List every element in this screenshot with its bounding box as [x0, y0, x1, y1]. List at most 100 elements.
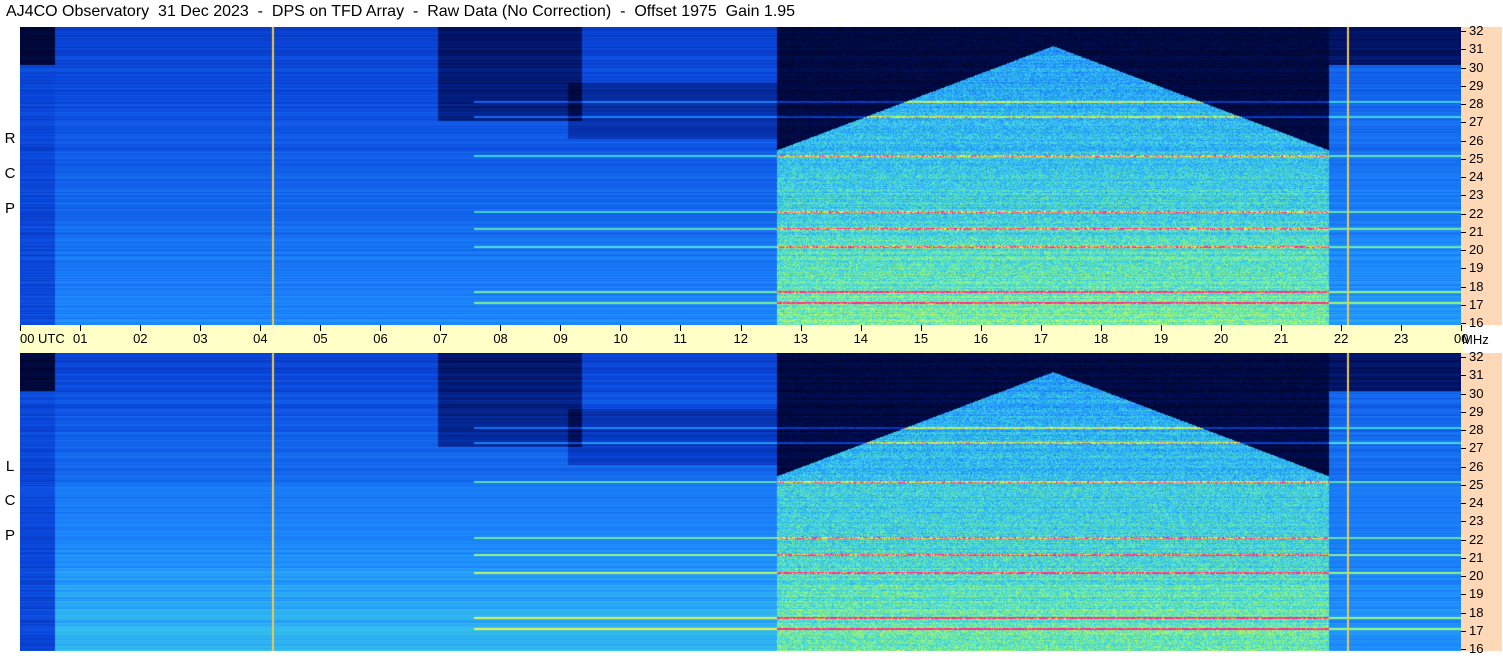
freq-tick-mark	[1461, 231, 1466, 233]
time-tick-label: 17	[1033, 331, 1049, 346]
freq-tick-label: 27	[1469, 440, 1484, 456]
time-tick-label: 15	[913, 331, 929, 346]
freq-tick-mark	[1461, 521, 1466, 523]
freq-tick-mark	[1461, 503, 1466, 504]
rcp-label-p: P	[4, 200, 15, 217]
freq-tick-label: 17	[1469, 296, 1484, 312]
freq-tick-mark	[1461, 649, 1466, 650]
freq-tick-mark	[1461, 448, 1466, 450]
freq-tick-mark	[1461, 430, 1466, 431]
freq-tick-mark	[1461, 323, 1466, 324]
freq-tick-label: 21	[1469, 549, 1484, 565]
freq-tick-label: 29	[1469, 77, 1484, 93]
lcp-label-l: L	[5, 458, 15, 475]
freq-tick-label: 28	[1469, 96, 1484, 111]
time-tick-label: 08	[493, 331, 508, 346]
freq-tick-label: 29	[1469, 403, 1484, 419]
freq-tick-label: 22	[1469, 531, 1484, 547]
time-tick-label: 23	[1393, 331, 1409, 346]
freq-tick-label: 32	[1469, 349, 1484, 364]
freq-tick-label: 18	[1469, 278, 1484, 294]
freq-tick-mark	[1461, 195, 1466, 197]
freq-tick-label: 20	[1469, 242, 1484, 257]
freq-tick-mark	[1461, 539, 1466, 541]
freq-tick-mark	[1461, 213, 1466, 215]
freq-tick-label: 32	[1469, 23, 1484, 38]
freq-tick-mark	[1461, 630, 1466, 632]
freq-tick-mark	[1461, 466, 1466, 468]
freq-tick-label: 22	[1469, 205, 1484, 221]
freq-tick-label: 26	[1469, 132, 1484, 148]
time-tick-label: 00	[20, 331, 35, 346]
freq-tick-label: 25	[1469, 150, 1484, 166]
freq-tick-label: 27	[1469, 114, 1484, 130]
time-tick-label: 16	[973, 331, 989, 346]
time-tick-label: 22	[1333, 331, 1349, 346]
time-tick-label: 09	[553, 331, 568, 346]
freq-tick-mark	[1461, 104, 1466, 105]
freq-tick-mark	[1461, 85, 1466, 87]
freq-tick-mark	[1461, 177, 1466, 178]
rcp-spectrogram	[20, 27, 1461, 325]
lcp-label-c: C	[4, 492, 16, 509]
freq-tick-label: 20	[1469, 568, 1484, 583]
lcp-frequency-axis: 16 17 18 19 20 21 22 23 24 25 26 27 28 29 30 31 32	[1461, 349, 1502, 656]
freq-tick-mark	[1461, 594, 1466, 596]
lcp-spectrogram	[20, 353, 1461, 651]
freq-tick-mark	[1461, 268, 1466, 270]
freq-tick-mark	[1461, 122, 1466, 124]
time-tick-label: 07	[433, 331, 448, 346]
freq-tick-mark	[1461, 557, 1466, 559]
freq-tick-label: 16	[1469, 315, 1484, 330]
freq-tick-label: 31	[1469, 41, 1484, 57]
freq-tick-mark	[1461, 612, 1466, 614]
time-tick-label: 11	[673, 331, 687, 346]
freq-tick-mark	[1461, 393, 1466, 395]
freq-tick-label: 25	[1469, 476, 1484, 492]
freq-tick-mark	[1461, 140, 1466, 142]
time-tick-label: 01	[73, 331, 88, 346]
freq-tick-mark	[1461, 357, 1466, 358]
time-tick-label: 13	[793, 331, 808, 346]
freq-tick-label: 19	[1469, 260, 1484, 276]
freq-tick-mark	[1461, 576, 1466, 577]
freq-tick-label: 19	[1469, 586, 1484, 602]
time-tick-label: 21	[1273, 331, 1289, 346]
time-tick-label: 18	[1093, 331, 1109, 346]
freq-tick-label: 17	[1469, 622, 1484, 638]
freq-tick-label: 24	[1469, 495, 1484, 510]
time-tick-label: 05	[313, 331, 328, 346]
freq-tick-mark	[1461, 49, 1466, 51]
lcp-label-p: P	[4, 527, 15, 544]
freq-tick-label: 30	[1469, 59, 1484, 75]
freq-tick-label: 23	[1469, 513, 1484, 529]
freq-tick-label: 28	[1469, 422, 1484, 437]
freq-tick-label: 21	[1469, 223, 1484, 239]
time-axis: 00 01 02 03 04 05 06 07 08 09 10 11 12 13 14 15 16 17 18 19…	[20, 325, 1468, 353]
time-tick-label: 04	[253, 331, 268, 346]
frequency-unit-label: MHz	[1462, 332, 1489, 347]
freq-tick-mark	[1461, 31, 1466, 32]
freq-tick-mark	[1461, 411, 1466, 413]
freq-tick-label: 18	[1469, 604, 1484, 620]
time-tick-label: 19	[1153, 331, 1169, 346]
chart-title: AJ4CO Observatory 31 Dec 2023 - DPS on T…	[6, 3, 796, 20]
time-tick-label: 02	[133, 331, 148, 346]
freq-tick-label: 31	[1469, 367, 1484, 383]
rcp-frequency-axis: 16 17 18 19 20 21 22 23 24 25 26 27 28 29 30 31 32	[1461, 23, 1502, 330]
rcp-label-r: R	[4, 130, 16, 147]
freq-tick-mark	[1461, 484, 1466, 486]
time-tick-label: 20	[1213, 331, 1229, 346]
freq-tick-label: 16	[1469, 641, 1484, 656]
freq-tick-mark	[1461, 67, 1466, 69]
time-tick-label: 12	[733, 331, 748, 346]
freq-tick-label: 24	[1469, 169, 1484, 184]
freq-tick-mark	[1461, 158, 1466, 160]
freq-tick-mark	[1461, 250, 1466, 251]
freq-tick-mark	[1461, 286, 1466, 288]
freq-tick-label: 26	[1469, 458, 1484, 474]
freq-tick-label: 23	[1469, 187, 1484, 203]
time-tick-label: 14	[853, 331, 869, 346]
time-tick-label: 10	[613, 331, 628, 346]
freq-tick-label: 30	[1469, 385, 1484, 401]
